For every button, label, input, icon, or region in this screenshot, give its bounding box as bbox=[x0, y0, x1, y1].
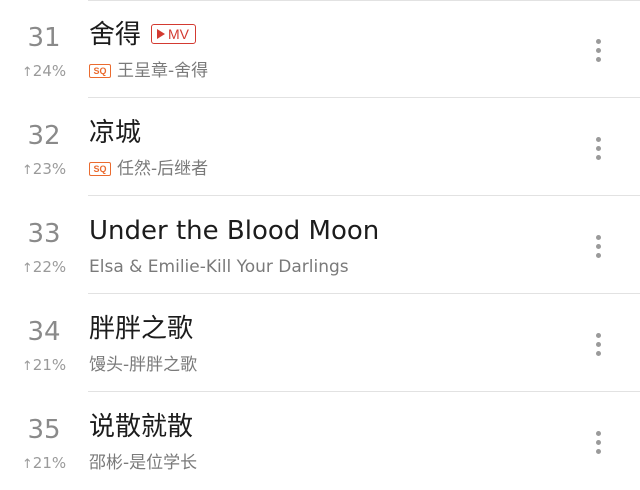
title-line: Under the Blood Moon bbox=[89, 212, 379, 250]
song-title: Under the Blood Moon bbox=[89, 216, 380, 246]
trend-indicator: ↑24% bbox=[0, 61, 88, 83]
song-row[interactable]: 31 ↑24% 舍得 MV SQ 王呈章 - 舍得 bbox=[0, 0, 640, 98]
album-name: 胖胖之歌 bbox=[129, 355, 198, 375]
song-row[interactable]: 34 ↑21% 胖胖之歌 馒头 - 胖胖之歌 bbox=[0, 294, 640, 392]
more-options-button[interactable] bbox=[584, 128, 612, 168]
artist-name: 王呈章 bbox=[117, 61, 168, 81]
play-icon bbox=[157, 29, 166, 39]
more-vertical-icon bbox=[595, 234, 601, 240]
rank-number: 34 bbox=[27, 317, 61, 347]
rank-number: 31 bbox=[27, 23, 61, 53]
title-line: 凉城 bbox=[89, 114, 141, 152]
trend-percent: 21% bbox=[32, 356, 67, 374]
album-name: 舍得 bbox=[174, 61, 209, 81]
sq-badge: SQ bbox=[89, 64, 111, 78]
mv-label: MV bbox=[168, 26, 190, 42]
trend-indicator: ↑22% bbox=[0, 257, 88, 279]
artist-name: Elsa & Emilie bbox=[89, 257, 200, 277]
trend-percent: 21% bbox=[32, 454, 67, 472]
song-row[interactable]: 33 ↑22% Under the Blood Moon Elsa & Emil… bbox=[0, 196, 640, 294]
more-vertical-icon bbox=[595, 430, 601, 436]
song-title: 凉城 bbox=[89, 118, 142, 148]
title-line: 说散就散 bbox=[89, 408, 193, 446]
album-name: Kill Your Darlings bbox=[205, 257, 349, 277]
trend-indicator: ↑23% bbox=[0, 159, 88, 181]
album-name: 后继者 bbox=[157, 159, 209, 179]
song-row[interactable]: 35 ↑21% 说散就散 邵彬 - 是位学长 bbox=[0, 392, 640, 490]
artist-name: 馒头 bbox=[89, 355, 123, 375]
song-list: 31 ↑24% 舍得 MV SQ 王呈章 - 舍得 32 ↑23% 凉城 SQ … bbox=[0, 0, 640, 489]
rank-number: 32 bbox=[27, 121, 61, 151]
subtitle-line: 馒头 - 胖胖之歌 bbox=[89, 354, 197, 376]
subtitle-line: Elsa & Emilie - Kill Your Darlings bbox=[89, 256, 349, 278]
arrow-up-icon: ↑ bbox=[21, 163, 33, 178]
song-row[interactable]: 32 ↑23% 凉城 SQ 任然 - 后继者 bbox=[0, 98, 640, 196]
sq-badge: SQ bbox=[89, 162, 111, 176]
title-line: 胖胖之歌 bbox=[89, 310, 193, 348]
album-name: 是位学长 bbox=[129, 453, 198, 473]
mv-button[interactable]: MV bbox=[151, 24, 197, 44]
song-title: 舍得 bbox=[89, 20, 142, 50]
trend-indicator: ↑21% bbox=[0, 355, 88, 377]
trend-percent: 24% bbox=[32, 62, 67, 80]
more-options-button[interactable] bbox=[584, 30, 612, 70]
arrow-up-icon: ↑ bbox=[21, 65, 33, 80]
more-vertical-icon bbox=[595, 136, 601, 142]
trend-percent: 22% bbox=[32, 258, 67, 276]
trend-percent: 23% bbox=[32, 160, 67, 178]
more-options-button[interactable] bbox=[584, 422, 612, 462]
more-vertical-icon bbox=[595, 332, 601, 338]
rank-number: 33 bbox=[27, 219, 61, 249]
more-options-button[interactable] bbox=[584, 226, 612, 266]
arrow-up-icon: ↑ bbox=[21, 359, 33, 374]
arrow-up-icon: ↑ bbox=[21, 457, 33, 472]
more-vertical-icon bbox=[595, 38, 601, 44]
subtitle-line: SQ 任然 - 后继者 bbox=[89, 158, 208, 180]
song-title: 说散就散 bbox=[89, 412, 194, 442]
arrow-up-icon: ↑ bbox=[21, 261, 33, 276]
subtitle-line: 邵彬 - 是位学长 bbox=[89, 452, 197, 474]
subtitle-line: SQ 王呈章 - 舍得 bbox=[89, 60, 208, 82]
title-line: 舍得 MV bbox=[89, 16, 197, 54]
artist-name: 任然 bbox=[117, 159, 151, 179]
rank-number: 35 bbox=[27, 415, 61, 445]
song-title: 胖胖之歌 bbox=[89, 314, 194, 344]
more-options-button[interactable] bbox=[584, 324, 612, 364]
trend-indicator: ↑21% bbox=[0, 453, 88, 475]
artist-name: 邵彬 bbox=[89, 453, 123, 473]
